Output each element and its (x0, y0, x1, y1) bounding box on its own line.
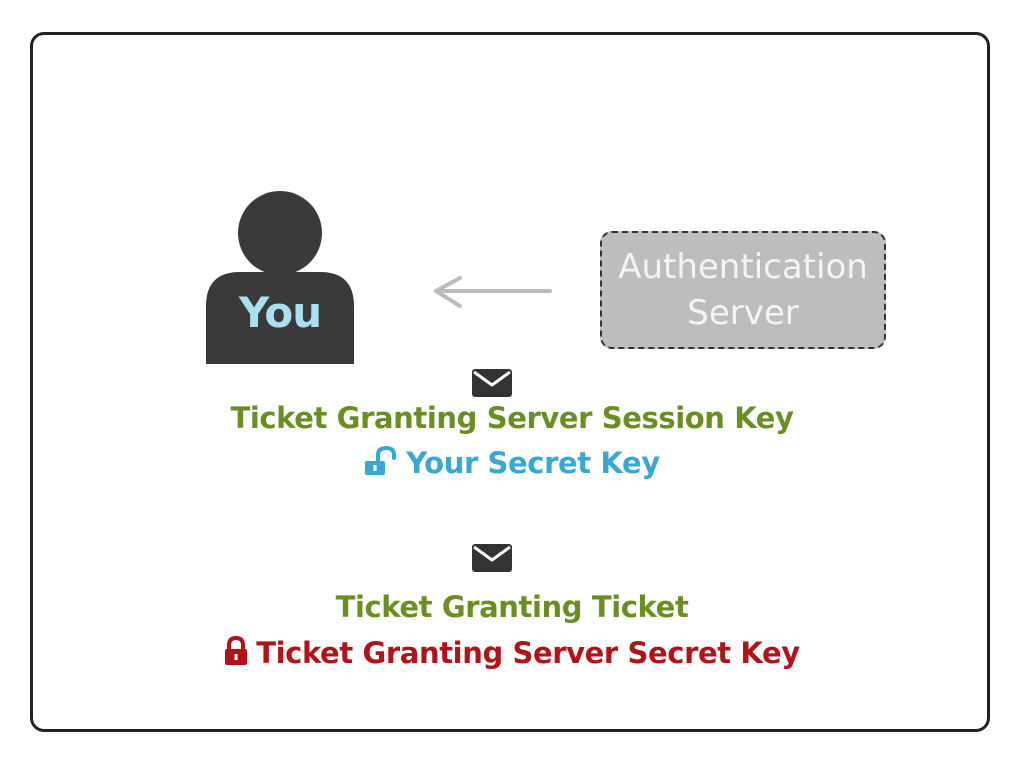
tgs-secret-key-line: Ticket Granting Server Secret Key (0, 634, 1024, 675)
auth-server-line1: Authentication (618, 247, 868, 287)
diagram-stage: You Authentication Server Ticket Grantin… (0, 0, 1024, 768)
lock-open-icon (364, 445, 398, 485)
envelope-icon (471, 368, 513, 398)
lock-closed-icon (224, 635, 248, 675)
session-key-title: Ticket Granting Server Session Key (230, 401, 794, 435)
you-label: You (238, 288, 322, 337)
authentication-server-box: Authentication Server (600, 231, 886, 349)
user-figure: You (200, 188, 360, 364)
your-secret-key-label: Your Secret Key (406, 446, 660, 480)
arrow-left (428, 270, 556, 312)
envelope-icon (471, 543, 513, 573)
ticket-granting-ticket-title: Ticket Granting Ticket (335, 590, 689, 624)
auth-server-line2: Server (687, 293, 799, 333)
tgs-secret-key-label: Ticket Granting Server Secret Key (256, 636, 800, 670)
your-secret-key-line: Your Secret Key (0, 444, 1024, 485)
arrow-left-icon (434, 276, 552, 308)
